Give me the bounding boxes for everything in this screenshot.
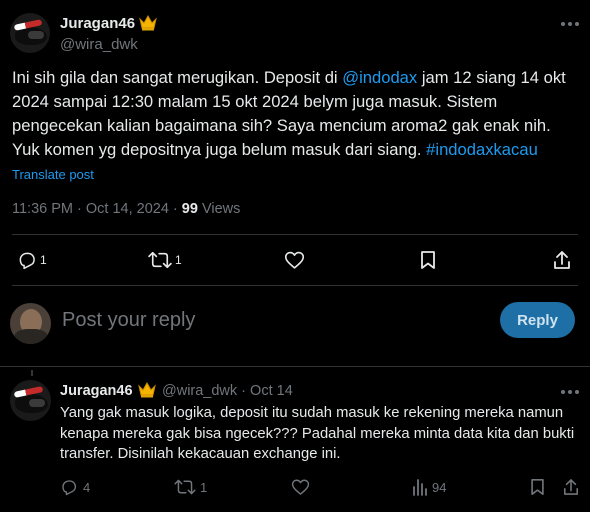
reply-author-handle[interactable]: @wira_dwk xyxy=(162,383,237,399)
divider xyxy=(12,234,578,235)
reply-share-button[interactable] xyxy=(563,478,579,496)
reply-bookmark-button[interactable] xyxy=(530,478,545,496)
reply-input[interactable]: Post your reply xyxy=(62,309,195,332)
retweet-icon xyxy=(148,251,172,269)
thread-line xyxy=(31,370,33,376)
reply-author-avatar[interactable] xyxy=(10,380,51,421)
more-icon[interactable] xyxy=(561,390,581,396)
post-text: Ini sih gila dan sangat merugikan. Depos… xyxy=(12,68,566,159)
retweet-icon xyxy=(174,479,196,495)
reply-icon xyxy=(62,480,77,496)
like-icon xyxy=(291,479,310,495)
reply-meta: @wira_dwk · Oct 14 xyxy=(162,383,293,399)
reply-reply-button[interactable]: 4 xyxy=(60,478,90,496)
views-count: 99 xyxy=(181,201,198,217)
reply-like-button[interactable] xyxy=(291,478,310,496)
share-button[interactable] xyxy=(553,250,571,270)
bookmark-icon xyxy=(531,478,544,496)
reply-icon xyxy=(19,252,35,270)
views-icon xyxy=(413,479,427,496)
reply-retweet-count: 1 xyxy=(200,479,208,495)
retweet-button[interactable]: 1 xyxy=(148,250,182,270)
my-avatar[interactable] xyxy=(10,303,51,344)
hashtag-link[interactable]: #indodaxkacau xyxy=(426,140,538,159)
like-icon xyxy=(284,251,305,269)
timestamp[interactable]: 11:36 PM · Oct 14, 2024 xyxy=(12,201,169,217)
share-icon xyxy=(563,479,579,495)
author-avatar[interactable] xyxy=(10,13,50,53)
author-handle[interactable]: @wira_dwk xyxy=(60,36,138,53)
reply-date[interactable]: Oct 14 xyxy=(250,383,293,399)
crown-icon xyxy=(138,382,156,398)
like-button[interactable] xyxy=(284,250,305,270)
reply-views-count: 94 xyxy=(432,479,447,495)
reply-submit-button[interactable]: Reply xyxy=(500,302,575,338)
crown-icon xyxy=(139,15,157,31)
reply-retweet-button[interactable]: 1 xyxy=(174,478,207,496)
reply-text: Yang gak masuk logika, deposit itu sudah… xyxy=(60,405,575,462)
translate-link[interactable]: Translate post xyxy=(12,167,94,182)
post-meta: 11:36 PM · Oct 14, 2024 · 99 Views xyxy=(12,201,241,217)
divider xyxy=(0,366,590,367)
mention-link[interactable]: @indodax xyxy=(342,68,417,87)
retweet-count: 1 xyxy=(175,253,182,267)
author-name[interactable]: Juragan46 xyxy=(60,15,135,32)
reply-count: 1 xyxy=(40,253,47,267)
reply-button[interactable]: 1 xyxy=(17,250,47,270)
share-icon xyxy=(554,251,570,269)
divider xyxy=(12,285,578,286)
reply-views-button[interactable]: 94 xyxy=(412,478,446,496)
bookmark-button[interactable] xyxy=(420,250,436,270)
more-icon[interactable] xyxy=(561,22,581,28)
reply-reply-count: 4 xyxy=(83,479,91,495)
reply-author-name[interactable]: Juragan46 xyxy=(60,383,133,399)
bookmark-icon xyxy=(421,251,435,269)
